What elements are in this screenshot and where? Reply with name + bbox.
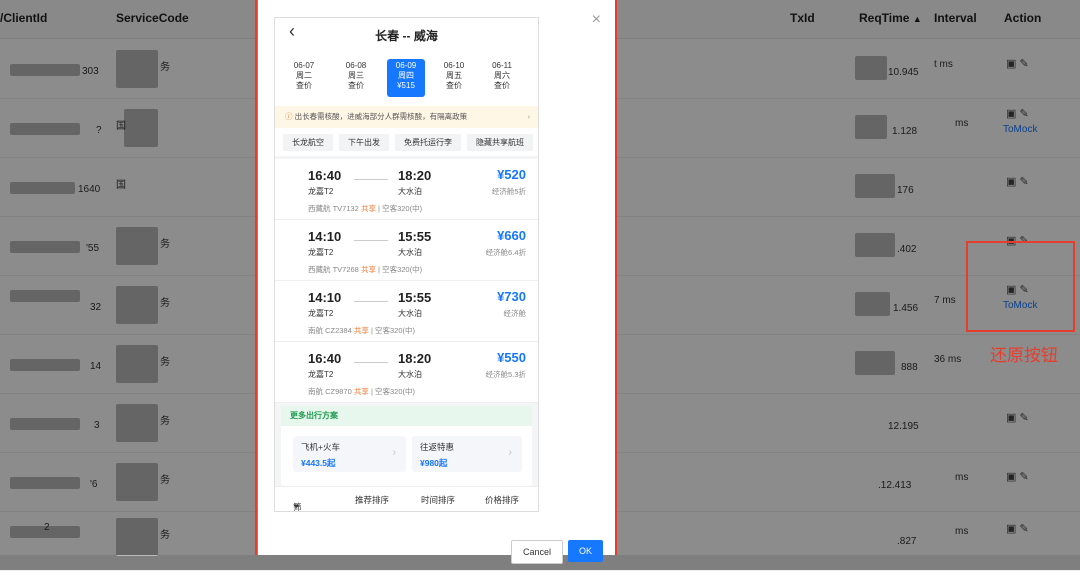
filter-chip[interactable]: 下午出发	[339, 134, 389, 151]
cabin-class: 经济舱	[503, 309, 527, 318]
dep-airport: 龙嘉T2	[308, 187, 334, 196]
dep-time: 16:40	[308, 351, 342, 366]
annotation-box	[1073, 241, 1075, 332]
date-item[interactable]: 06-10 周五 查价	[435, 59, 473, 97]
cabin-class: 经济舱5.3折	[485, 370, 526, 379]
sort-recommend[interactable]: 推荐排序	[355, 494, 389, 506]
chevron-right-icon: ›	[508, 447, 512, 458]
arr-airport: 大水泊	[398, 309, 422, 318]
route-title: 长春 -- 威海	[375, 29, 438, 43]
chevron-right-icon: ›	[392, 447, 396, 458]
phone-header: ‹ 长春 -- 威海	[275, 18, 538, 56]
cabin-class: 经济舱5折	[491, 187, 526, 196]
arr-time: 18:20	[398, 351, 432, 366]
dep-airport: 龙嘉T2	[308, 370, 334, 379]
arr-time: 18:20	[398, 168, 432, 183]
info-icon: ⓘ	[285, 112, 293, 121]
flight-meta: 南航 CZ2384 共享 | 空客320(中)	[308, 326, 416, 335]
chevron-right-icon: ›	[527, 112, 531, 121]
date-item[interactable]: 06-07 周二 查价	[285, 59, 323, 97]
date-item[interactable]: 06-08 周三 查价	[337, 59, 375, 97]
annotation-box	[966, 241, 968, 332]
option-card[interactable]: 飞机+火车 ¥443.5起 ›	[293, 436, 406, 472]
price: ¥730	[497, 289, 526, 304]
dep-time: 16:40	[308, 168, 342, 183]
sort-price[interactable]: 价格排序	[485, 494, 519, 506]
more-options-panel: 更多出行方案 飞机+火车 ¥443.5起 › 往返特惠 ¥980起 ›	[281, 406, 532, 486]
covid-notice[interactable]: ⓘ 出长春需核酸，进威海部分人群需核酸，有隔离政策 ›	[275, 106, 538, 128]
flight-meta: 西藏航 TV7268 共享 | 空客320(中)	[308, 265, 423, 274]
arr-time: 15:55	[398, 290, 432, 305]
cancel-button[interactable]: Cancel	[511, 540, 563, 564]
close-icon[interactable]: ×	[592, 11, 601, 29]
filter-chip[interactable]: 隐藏共享航班	[467, 134, 533, 151]
price: ¥660	[497, 228, 526, 243]
filter-chip[interactable]: 免费托运行李	[395, 134, 461, 151]
dep-airport: 龙嘉T2	[308, 248, 334, 257]
flight-card[interactable]: 16:40 龙嘉T2 18:20 大水泊 ¥550 经济舱5.3折 南航 CZ9…	[275, 342, 538, 403]
date-item[interactable]: 06-11 周六 查价	[483, 59, 521, 97]
flight-card[interactable]: 16:40 龙嘉T2 18:20 大水泊 ¥520 经济舱5折 西藏航 TV71…	[275, 159, 538, 220]
route-line	[354, 362, 388, 363]
mock-preview-modal: × ‹ 长春 -- 威海 06-07 周二 查价 06-08 周三 查价 06-09 周四…	[258, 0, 615, 564]
route-line	[354, 240, 388, 241]
ok-button[interactable]: OK	[568, 540, 603, 562]
route-line	[354, 179, 388, 180]
modal-border	[255, 0, 257, 555]
sort-time[interactable]: 时间排序	[421, 494, 455, 506]
arr-time: 15:55	[398, 229, 432, 244]
annotation-box	[966, 241, 1075, 243]
annotation-box	[966, 330, 1075, 332]
filter-chips: 长龙航空 下午出发 免费托运行李 隐藏共享航班	[275, 128, 538, 156]
flight-meta: 南航 CZ9870 共享 | 空客320(中)	[308, 387, 416, 396]
arr-airport: 大水泊	[398, 187, 422, 196]
filter-chip[interactable]: 长龙航空	[283, 134, 333, 151]
flight-meta: 西藏航 TV7132 共享 | 空客320(中)	[308, 204, 423, 213]
flight-card[interactable]: 14:10 龙嘉T2 15:55 大水泊 ¥730 经济舱 南航 CZ2384 …	[275, 281, 538, 342]
flight-card[interactable]: 14:10 龙嘉T2 15:55 大水泊 ¥660 经济舱6.4折 西藏航 TV…	[275, 220, 538, 281]
modal-border	[615, 0, 617, 555]
date-strip: 06-07 周二 查价 06-08 周三 查价 06-09 周四 ¥515 06-10 周五查…	[275, 56, 538, 106]
annotation-label: 还原按钮	[990, 346, 1058, 365]
dep-time: 14:10	[308, 290, 342, 305]
cabin-class: 经济舱6.4折	[485, 248, 526, 257]
sort-bar: ⏷ 筛选 推荐排序 时间排序 价格排序	[275, 486, 538, 511]
arr-airport: 大水泊	[398, 248, 422, 257]
price: ¥550	[497, 350, 526, 365]
price: ¥520	[497, 167, 526, 182]
option-card[interactable]: 往返特惠 ¥980起 ›	[412, 436, 522, 472]
route-line	[354, 301, 388, 302]
dep-airport: 龙嘉T2	[308, 309, 334, 318]
more-options-title: 更多出行方案	[281, 406, 532, 426]
dep-time: 14:10	[308, 229, 342, 244]
date-item-selected[interactable]: 06-09 周四 ¥515	[387, 59, 425, 97]
arr-airport: 大水泊	[398, 370, 422, 379]
phone-preview: ‹ 长春 -- 威海 06-07 周二 查价 06-08 周三 查价 06-09 周四 ¥5…	[274, 17, 539, 512]
